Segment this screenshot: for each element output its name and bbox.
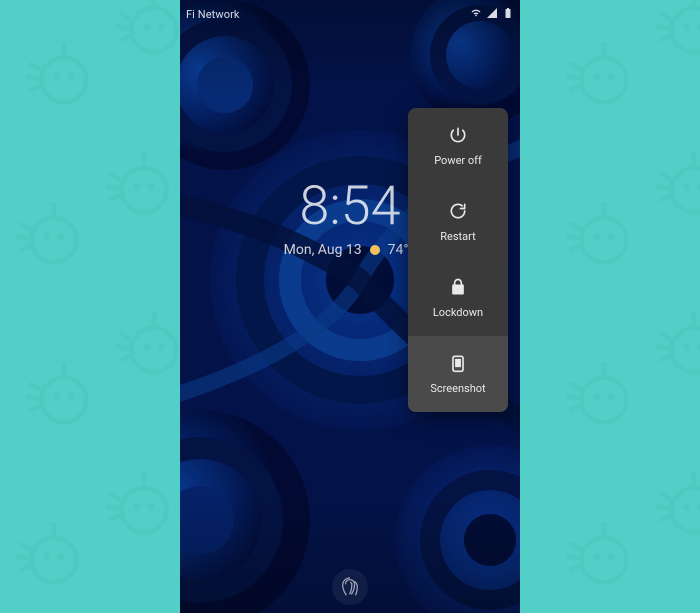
- wifi-icon: [470, 7, 482, 22]
- restart-button[interactable]: Restart: [408, 184, 508, 260]
- weather-sun-icon: [370, 245, 380, 255]
- screenshot-button[interactable]: Screenshot: [408, 336, 508, 412]
- power-off-label: Power off: [434, 154, 482, 167]
- restart-label: Restart: [440, 230, 475, 243]
- carrier-label: Fi Network: [186, 8, 240, 21]
- cellular-signal-icon: [486, 7, 498, 22]
- lockdown-label: Lockdown: [433, 306, 483, 319]
- screenshot-icon: [448, 353, 468, 376]
- fingerprint-sensor[interactable]: [332, 569, 368, 605]
- phone-lockscreen: Fi Network 8:54 Mon, Aug 13 74°F: [180, 0, 520, 613]
- power-menu: Power off Restart Lockdown: [408, 108, 508, 412]
- screenshot-label: Screenshot: [430, 382, 485, 395]
- clock-date: Mon, Aug 13: [284, 242, 362, 258]
- status-bar: Fi Network: [186, 5, 514, 23]
- restart-icon: [448, 201, 468, 224]
- power-off-button[interactable]: Power off: [408, 108, 508, 184]
- lock-icon: [448, 277, 468, 300]
- battery-icon: [502, 7, 514, 22]
- power-icon: [448, 125, 468, 148]
- lockdown-button[interactable]: Lockdown: [408, 260, 508, 336]
